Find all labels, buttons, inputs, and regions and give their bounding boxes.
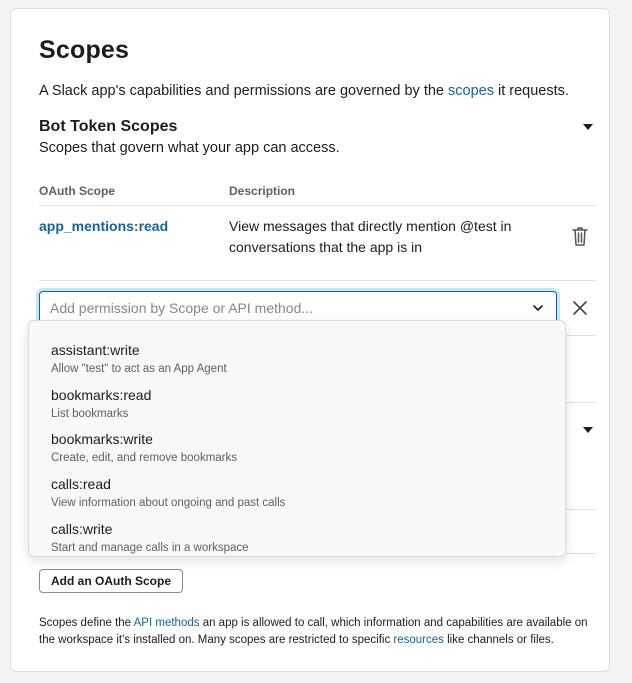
scope-name-link[interactable]: app_mentions:read (39, 218, 168, 234)
scopes-card: Scopes A Slack app's capabilities and pe… (10, 8, 610, 672)
page-title: Scopes (39, 36, 130, 64)
dropdown-option[interactable]: calls:write Start and manage calls in a … (29, 513, 565, 557)
caret-down-icon[interactable] (583, 427, 593, 433)
bot-token-scopes-description: Scopes that govern what your app can acc… (39, 140, 340, 156)
dropdown-option[interactable]: calls:read View information about ongoin… (29, 468, 565, 512)
intro-before: A Slack app's capabilities and permissio… (39, 83, 444, 99)
scope-description: View messages that directly mention @tes… (229, 218, 512, 255)
oauth-scope-column-header: OAuth Scope (39, 184, 116, 198)
option-scope-description: Allow "test" to act as an App Agent (51, 363, 227, 375)
bot-token-scopes-title: Bot Token Scopes (39, 118, 178, 135)
close-icon[interactable] (571, 299, 589, 317)
api-methods-link[interactable]: API methods (134, 617, 200, 629)
option-scope-description: List bookmarks (51, 408, 129, 420)
row-divider (39, 280, 596, 281)
footnote-text: like channels or files. (447, 633, 554, 646)
resources-link[interactable]: resources (393, 634, 444, 646)
option-scope-name: bookmarks:read (51, 387, 152, 403)
dropdown-option[interactable]: bookmarks:write Create, edit, and remove… (29, 423, 565, 467)
dropdown-option[interactable]: bookmarks:read List bookmarks (29, 379, 565, 423)
trash-icon[interactable] (570, 225, 590, 247)
description-column-header: Description (229, 184, 296, 198)
option-scope-description: View information about ongoing and past … (51, 497, 286, 509)
add-oauth-scope-button[interactable]: Add an OAuth Scope (39, 569, 183, 593)
footnote-text: Scopes define the (39, 617, 132, 629)
scopes-footnote: Scopes define the API methods an app is … (39, 615, 599, 648)
dropdown-option[interactable]: assistant:write Allow "test" to act as a… (29, 334, 565, 378)
scopes-link[interactable]: scopes (448, 83, 494, 99)
intro-text: A Slack app's capabilities and permissio… (39, 83, 569, 99)
scope-dropdown-menu: assistant:write Allow "test" to act as a… (28, 320, 566, 557)
option-scope-name: calls:read (51, 476, 111, 492)
option-scope-name: bookmarks:write (51, 431, 153, 447)
chevron-down-icon[interactable] (532, 302, 544, 314)
option-scope-name: assistant:write (51, 342, 140, 358)
caret-down-icon[interactable] (583, 124, 593, 130)
intro-after: it requests. (498, 83, 569, 99)
option-scope-name: calls:write (51, 521, 113, 537)
option-scope-description: Start and manage calls in a workspace (51, 542, 249, 554)
header-divider (39, 205, 596, 206)
option-scope-description: Create, edit, and remove bookmarks (51, 452, 238, 464)
